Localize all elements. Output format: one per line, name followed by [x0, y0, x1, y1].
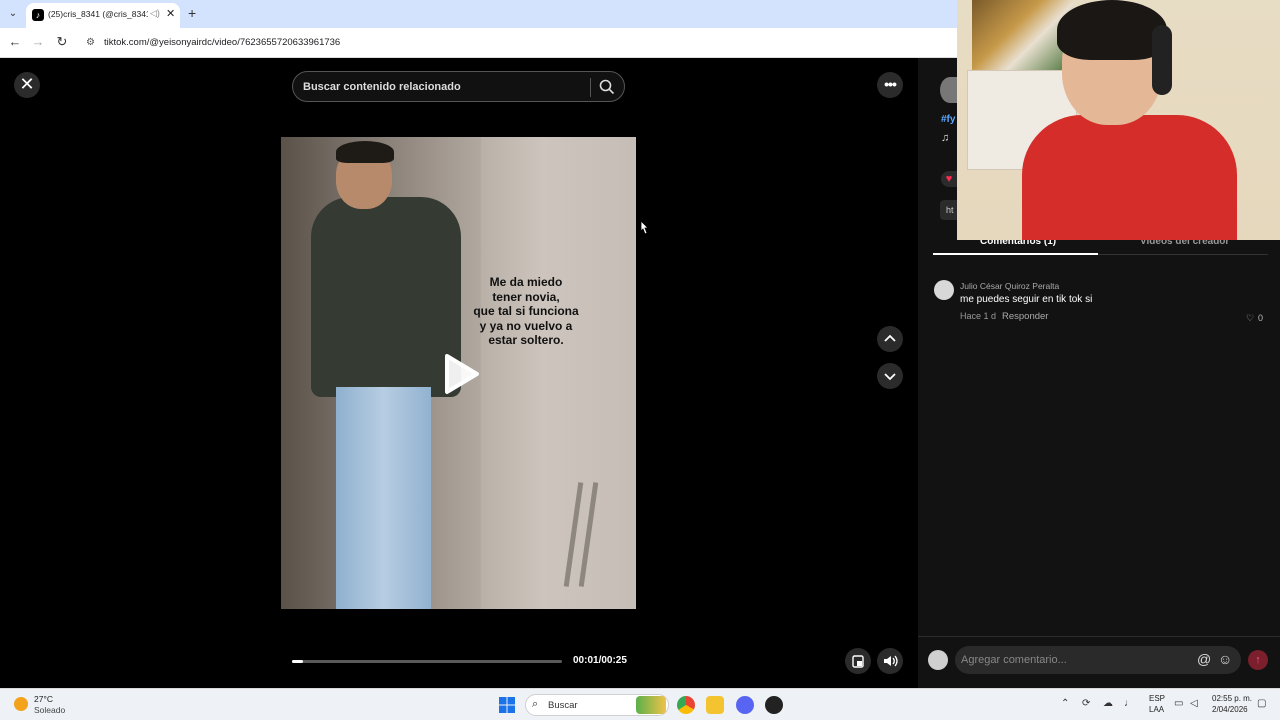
tiktok-favicon-icon: ♪ — [32, 9, 44, 21]
comment-text: me puedes seguir en tik tok si — [960, 294, 1093, 305]
previous-video-chevron-up-icon[interactable] — [877, 326, 903, 352]
video-frame[interactable]: Me da miedo tener novia, que tal si func… — [281, 137, 636, 609]
commenter-avatar[interactable] — [934, 280, 954, 300]
keyboard-layout-indicator[interactable]: LAA — [1149, 705, 1164, 714]
sync-icon[interactable]: ⟳ — [1082, 698, 1090, 709]
discord-icon[interactable] — [736, 696, 754, 714]
more-options-icon[interactable]: ••• — [877, 72, 903, 98]
mention-icon[interactable]: @ — [1197, 651, 1211, 667]
send-comment-arrow-up-icon[interactable]: ↑ — [1248, 650, 1268, 670]
site-info-icon[interactable]: ⚙ — [86, 37, 98, 49]
search-icon[interactable] — [598, 78, 616, 96]
mouse-cursor-icon — [640, 220, 649, 235]
comment-author[interactable]: Julio César Quiroz Peralta — [960, 281, 1059, 291]
video-background-door — [481, 137, 636, 609]
back-arrow-icon[interactable]: ← — [6, 34, 24, 49]
picture-in-picture-icon[interactable] — [845, 648, 871, 674]
person-hoodie — [311, 197, 461, 397]
windows-taskbar: 27°C Soleado ⌕ Buscar ⌃ ⟳ ☁ ♩ ◁ ▭ ESP LA… — [0, 688, 1280, 720]
tab-close-icon[interactable]: ✕ — [166, 7, 175, 20]
language-indicator[interactable]: ESP — [1149, 694, 1165, 703]
person-hair — [336, 141, 394, 163]
streamer-shirt — [1022, 115, 1237, 240]
video-link[interactable]: ht — [940, 200, 958, 220]
search-highlight-icon[interactable] — [636, 696, 666, 714]
person-jeans — [336, 387, 431, 609]
clock-time[interactable]: 02:55 p. m. — [1212, 694, 1252, 703]
windows-start-icon[interactable] — [499, 697, 515, 713]
search-icon: ⌕ — [532, 698, 539, 710]
close-icon[interactable]: ✕ — [14, 72, 40, 98]
speaker-icon[interactable]: ◁ — [1190, 698, 1198, 709]
reply-button[interactable]: Responder — [1002, 311, 1048, 322]
new-tab-button[interactable]: + — [188, 5, 196, 21]
weather-temperature[interactable]: 27°C — [34, 694, 53, 704]
comment-input[interactable]: Agregar comentario... @ ☺ — [955, 646, 1241, 674]
weather-description[interactable]: Soleado — [34, 705, 65, 715]
search-divider — [590, 78, 591, 97]
taskbar-search-label: Buscar — [548, 700, 578, 711]
tab-title: (25)cris_8341 (@cris_8341) — [48, 9, 148, 19]
comment-like-count: 0 — [1258, 313, 1264, 323]
app-icon[interactable] — [765, 696, 783, 714]
volume-icon[interactable] — [877, 648, 903, 674]
heart-icon[interactable]: ♥ — [941, 171, 957, 187]
webcam-overlay — [957, 0, 1280, 240]
chrome-icon[interactable] — [677, 696, 695, 714]
next-video-chevron-down-icon[interactable] — [877, 363, 903, 389]
hashtag-link[interactable]: #fy — [941, 114, 955, 125]
video-progress-fill — [292, 660, 303, 663]
address-bar[interactable]: tiktok.com/@yeisonyairdc/video/762365572… — [104, 37, 340, 48]
video-caption: Me da miedo tener novia, que tal si func… — [473, 275, 579, 347]
reload-icon[interactable]: ↻ — [53, 34, 71, 50]
comment-time: Hace 1 d — [960, 311, 997, 321]
search-placeholder: Buscar contenido relacionado — [303, 81, 461, 93]
related-search-input[interactable]: Buscar contenido relacionado — [292, 71, 625, 102]
active-tab-indicator — [933, 253, 1098, 255]
streamer-hair — [1057, 0, 1167, 60]
cloud-icon[interactable]: ☁ — [1103, 698, 1113, 709]
notification-icon[interactable]: ▢ — [1257, 698, 1266, 709]
file-explorer-icon[interactable] — [706, 696, 724, 714]
forward-arrow-icon[interactable]: → — [29, 34, 47, 49]
audio-playing-icon[interactable]: ◁) — [150, 8, 160, 19]
microphone-icon[interactable]: ♩ — [1124, 698, 1134, 709]
comment-like-heart-icon[interactable]: ♡ — [1246, 313, 1254, 324]
network-icon[interactable]: ▭ — [1174, 698, 1183, 709]
music-note-icon[interactable]: ♫ — [941, 132, 949, 144]
tab-search-chevron-icon[interactable]: ⌄ — [4, 5, 22, 23]
comment-bar-divider — [918, 636, 1280, 637]
play-icon[interactable] — [441, 352, 481, 396]
clock-date[interactable]: 2/04/2026 — [1212, 705, 1248, 714]
headset — [1152, 25, 1172, 95]
emoji-icon[interactable]: ☺ — [1218, 651, 1232, 667]
tray-chevron-up-icon[interactable]: ⌃ — [1061, 698, 1069, 709]
user-avatar — [928, 650, 948, 670]
comment-input-placeholder: Agregar comentario... — [961, 654, 1067, 666]
weather-sun-icon[interactable] — [14, 697, 28, 711]
browser-tab[interactable]: ♪ (25)cris_8341 (@cris_8341) ◁) ✕ — [26, 3, 180, 28]
video-progress-bar[interactable] — [292, 660, 562, 663]
video-time: 00:01/00:25 — [573, 655, 627, 666]
